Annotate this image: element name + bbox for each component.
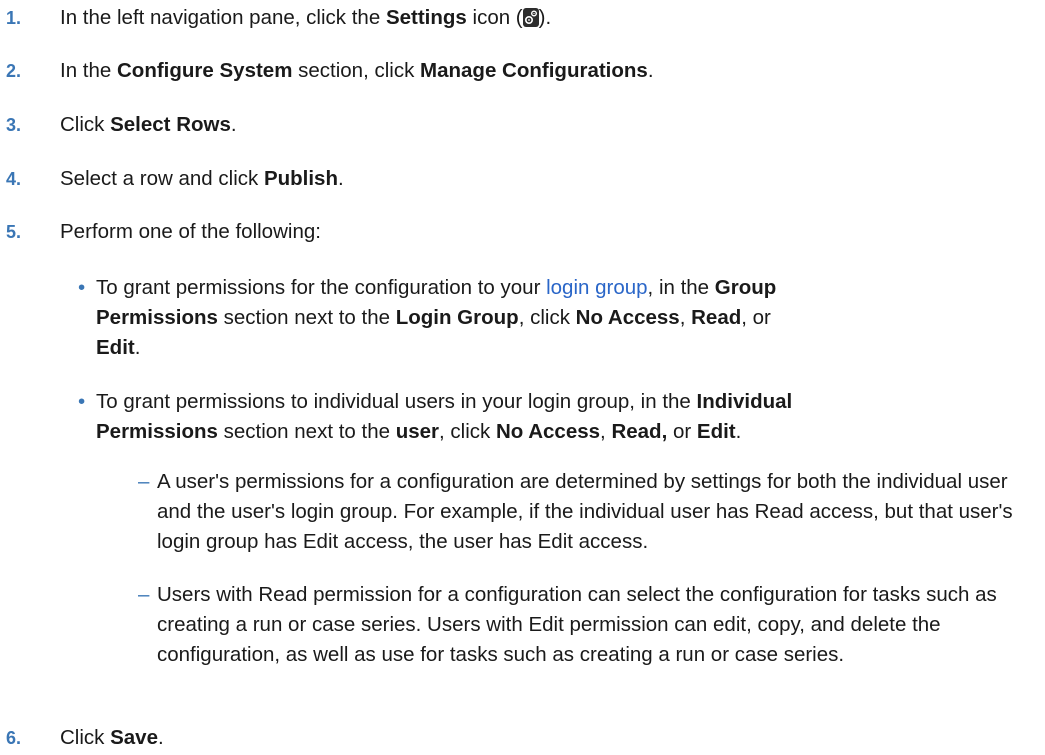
procedure-document: 1. In the left navigation pane, click th… [0, 0, 1045, 755]
step-number: 2. [6, 61, 22, 81]
login-group-link[interactable]: login group [546, 276, 647, 299]
bullet-marker: • [78, 390, 86, 413]
settings-gear-icon [522, 8, 539, 27]
step-number: 4. [6, 169, 22, 189]
step-number: 3. [6, 115, 22, 135]
step-text: Click Save. [60, 726, 164, 749]
step-number: 5. [6, 222, 22, 242]
step-text: Click Select Rows. [60, 113, 237, 136]
bullet-item-individual-permissions: • To grant permissions to individual use… [78, 387, 1036, 447]
bullet-item-group-permissions: • To grant permissions for the configura… [78, 273, 1036, 363]
step-number: 1. [6, 8, 22, 28]
step-text: In the left navigation pane, click the S… [60, 6, 552, 29]
step-text: Select a row and click Publish. [60, 167, 344, 190]
dash-marker: – [138, 470, 150, 493]
step-text: In the Configure System section, click M… [60, 59, 654, 82]
step-number: 6. [6, 728, 22, 748]
dash-marker: – [138, 583, 150, 606]
step-text: Perform one of the following: [60, 220, 321, 243]
note-item-read-edit-permissions: – Users with Read permission for a confi… [138, 580, 1017, 670]
note-item-combined-permissions: – A user's permissions for a configurati… [138, 467, 1017, 557]
bullet-marker: • [78, 276, 86, 299]
